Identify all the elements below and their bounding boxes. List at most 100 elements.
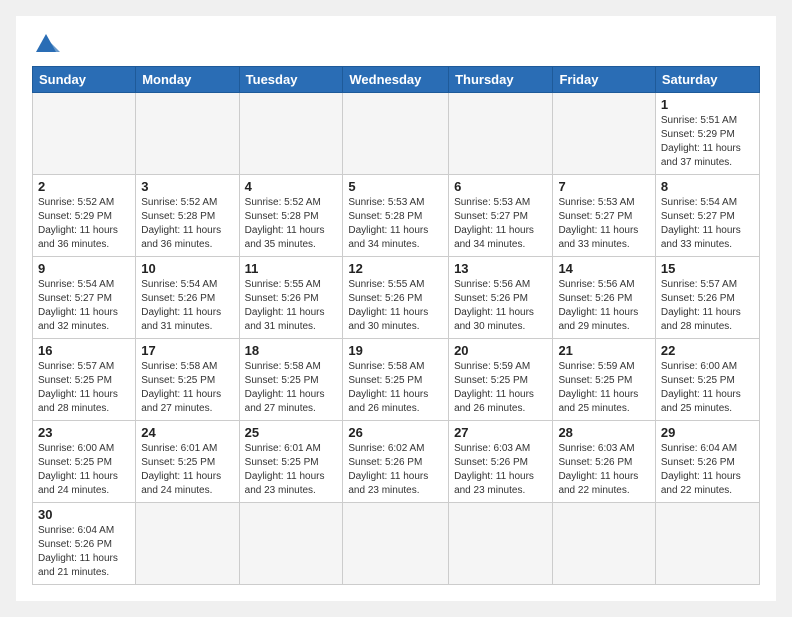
weekday-header-wednesday: Wednesday xyxy=(343,67,449,93)
weekday-header-monday: Monday xyxy=(136,67,239,93)
day-info: Sunrise: 6:02 AM Sunset: 5:26 PM Dayligh… xyxy=(348,442,443,498)
calendar-cell: 23Sunrise: 6:00 AM Sunset: 5:25 PM Dayli… xyxy=(33,421,136,503)
day-number: 3 xyxy=(141,179,233,194)
day-number: 26 xyxy=(348,425,443,440)
day-info: Sunrise: 5:53 AM Sunset: 5:28 PM Dayligh… xyxy=(348,196,443,252)
logo-icon xyxy=(32,32,60,54)
calendar-cell: 11 Sunrise: 5:55 AM Sunset: 5:26 PM Dayli… xyxy=(239,257,343,339)
day-number: 21 xyxy=(558,343,649,358)
calendar-cell xyxy=(33,93,136,175)
calendar-container: SundayMondayTuesdayWednesdayThursdayFrid… xyxy=(16,16,776,601)
day-info: Sunrise: 5:57 AM Sunset: 5:26 PM Dayligh… xyxy=(661,278,754,334)
calendar-cell: 30 Sunrise: 6:04 AM Sunset: 5:26 PM Dayli… xyxy=(33,503,136,585)
day-info: Sunrise: 5:59 AM Sunset: 5:25 PM Dayligh… xyxy=(454,360,547,416)
day-info: Sunrise: 5:53 AM Sunset: 5:27 PM Dayligh… xyxy=(558,196,649,252)
calendar-cell xyxy=(136,503,239,585)
calendar-cell xyxy=(655,503,759,585)
calendar-cell: 8 Sunrise: 5:54 AM Sunset: 5:27 PM Daylig… xyxy=(655,175,759,257)
calendar-cell: 16 Sunrise: 5:57 AM Sunset: 5:25 PM Dayli… xyxy=(33,339,136,421)
calendar-cell: 29Sunrise: 6:04 AM Sunset: 5:26 PM Dayli… xyxy=(655,421,759,503)
day-number: 17 xyxy=(141,343,233,358)
weekday-header-tuesday: Tuesday xyxy=(239,67,343,93)
day-info: Sunrise: 5:54 AM Sunset: 5:27 PM Dayligh… xyxy=(38,278,130,334)
calendar-cell xyxy=(343,503,449,585)
calendar-cell: 14 Sunrise: 5:56 AM Sunset: 5:26 PM Dayli… xyxy=(553,257,655,339)
calendar-cell: 1Sunrise: 5:51 AM Sunset: 5:29 PM Daylig… xyxy=(655,93,759,175)
week-row-3: 16 Sunrise: 5:57 AM Sunset: 5:25 PM Dayli… xyxy=(33,339,760,421)
day-number: 8 xyxy=(661,179,754,194)
calendar-cell xyxy=(449,503,553,585)
calendar-cell: 12 Sunrise: 5:55 AM Sunset: 5:26 PM Dayli… xyxy=(343,257,449,339)
calendar-cell: 9 Sunrise: 5:54 AM Sunset: 5:27 PM Daylig… xyxy=(33,257,136,339)
calendar-cell: 3Sunrise: 5:52 AM Sunset: 5:28 PM Daylig… xyxy=(136,175,239,257)
weekday-header-thursday: Thursday xyxy=(449,67,553,93)
calendar-cell: 7 Sunrise: 5:53 AM Sunset: 5:27 PM Daylig… xyxy=(553,175,655,257)
day-info: Sunrise: 5:58 AM Sunset: 5:25 PM Dayligh… xyxy=(245,360,338,416)
calendar-cell: 21 Sunrise: 5:59 AM Sunset: 5:25 PM Dayli… xyxy=(553,339,655,421)
calendar-cell: 24Sunrise: 6:01 AM Sunset: 5:25 PM Dayli… xyxy=(136,421,239,503)
calendar-cell: 13Sunrise: 5:56 AM Sunset: 5:26 PM Dayli… xyxy=(449,257,553,339)
day-number: 25 xyxy=(245,425,338,440)
calendar-cell: 10 Sunrise: 5:54 AM Sunset: 5:26 PM Dayli… xyxy=(136,257,239,339)
calendar-cell: 28 Sunrise: 6:03 AM Sunset: 5:26 PM Dayli… xyxy=(553,421,655,503)
calendar-cell: 17 Sunrise: 5:58 AM Sunset: 5:25 PM Dayli… xyxy=(136,339,239,421)
day-number: 14 xyxy=(558,261,649,276)
day-number: 1 xyxy=(661,97,754,112)
calendar-cell xyxy=(136,93,239,175)
week-row-2: 9 Sunrise: 5:54 AM Sunset: 5:27 PM Daylig… xyxy=(33,257,760,339)
calendar-cell: 25 Sunrise: 6:01 AM Sunset: 5:25 PM Dayli… xyxy=(239,421,343,503)
day-info: Sunrise: 6:00 AM Sunset: 5:25 PM Dayligh… xyxy=(38,442,130,498)
day-number: 30 xyxy=(38,507,130,522)
day-info: Sunrise: 6:01 AM Sunset: 5:25 PM Dayligh… xyxy=(245,442,338,498)
day-info: Sunrise: 6:04 AM Sunset: 5:26 PM Dayligh… xyxy=(38,524,130,580)
calendar-cell: 6Sunrise: 5:53 AM Sunset: 5:27 PM Daylig… xyxy=(449,175,553,257)
day-info: Sunrise: 5:54 AM Sunset: 5:27 PM Dayligh… xyxy=(661,196,754,252)
calendar-cell xyxy=(553,93,655,175)
day-number: 24 xyxy=(141,425,233,440)
calendar-cell xyxy=(343,93,449,175)
day-number: 10 xyxy=(141,261,233,276)
calendar-cell: 18Sunrise: 5:58 AM Sunset: 5:25 PM Dayli… xyxy=(239,339,343,421)
day-info: Sunrise: 6:00 AM Sunset: 5:25 PM Dayligh… xyxy=(661,360,754,416)
calendar-cell xyxy=(449,93,553,175)
day-info: Sunrise: 5:56 AM Sunset: 5:26 PM Dayligh… xyxy=(454,278,547,334)
calendar-cell: 27 Sunrise: 6:03 AM Sunset: 5:26 PM Dayli… xyxy=(449,421,553,503)
week-row-0: 1Sunrise: 5:51 AM Sunset: 5:29 PM Daylig… xyxy=(33,93,760,175)
logo xyxy=(32,32,60,54)
calendar-cell xyxy=(239,93,343,175)
header xyxy=(32,32,760,54)
day-number: 20 xyxy=(454,343,547,358)
day-info: Sunrise: 5:52 AM Sunset: 5:28 PM Dayligh… xyxy=(245,196,338,252)
day-info: Sunrise: 5:55 AM Sunset: 5:26 PM Dayligh… xyxy=(348,278,443,334)
day-info: Sunrise: 5:54 AM Sunset: 5:26 PM Dayligh… xyxy=(141,278,233,334)
day-info: Sunrise: 5:58 AM Sunset: 5:25 PM Dayligh… xyxy=(141,360,233,416)
week-row-4: 23Sunrise: 6:00 AM Sunset: 5:25 PM Dayli… xyxy=(33,421,760,503)
day-info: Sunrise: 5:55 AM Sunset: 5:26 PM Dayligh… xyxy=(245,278,338,334)
day-number: 11 xyxy=(245,261,338,276)
day-number: 4 xyxy=(245,179,338,194)
calendar-cell: 2Sunrise: 5:52 AM Sunset: 5:29 PM Daylig… xyxy=(33,175,136,257)
day-number: 12 xyxy=(348,261,443,276)
day-info: Sunrise: 6:03 AM Sunset: 5:26 PM Dayligh… xyxy=(558,442,649,498)
calendar-cell: 20 Sunrise: 5:59 AM Sunset: 5:25 PM Dayli… xyxy=(449,339,553,421)
calendar-table: SundayMondayTuesdayWednesdayThursdayFrid… xyxy=(32,66,760,585)
day-info: Sunrise: 5:57 AM Sunset: 5:25 PM Dayligh… xyxy=(38,360,130,416)
calendar-cell: 19Sunrise: 5:58 AM Sunset: 5:25 PM Dayli… xyxy=(343,339,449,421)
day-info: Sunrise: 6:03 AM Sunset: 5:26 PM Dayligh… xyxy=(454,442,547,498)
day-number: 28 xyxy=(558,425,649,440)
day-number: 7 xyxy=(558,179,649,194)
weekday-header-sunday: Sunday xyxy=(33,67,136,93)
day-number: 6 xyxy=(454,179,547,194)
week-row-5: 30 Sunrise: 6:04 AM Sunset: 5:26 PM Dayli… xyxy=(33,503,760,585)
day-number: 27 xyxy=(454,425,547,440)
calendar-cell: 26 Sunrise: 6:02 AM Sunset: 5:26 PM Dayli… xyxy=(343,421,449,503)
day-number: 9 xyxy=(38,261,130,276)
day-info: Sunrise: 5:56 AM Sunset: 5:26 PM Dayligh… xyxy=(558,278,649,334)
day-info: Sunrise: 5:59 AM Sunset: 5:25 PM Dayligh… xyxy=(558,360,649,416)
week-row-1: 2Sunrise: 5:52 AM Sunset: 5:29 PM Daylig… xyxy=(33,175,760,257)
day-number: 16 xyxy=(38,343,130,358)
calendar-cell xyxy=(239,503,343,585)
calendar-cell: 22Sunrise: 6:00 AM Sunset: 5:25 PM Dayli… xyxy=(655,339,759,421)
day-number: 5 xyxy=(348,179,443,194)
weekday-header-row: SundayMondayTuesdayWednesdayThursdayFrid… xyxy=(33,67,760,93)
